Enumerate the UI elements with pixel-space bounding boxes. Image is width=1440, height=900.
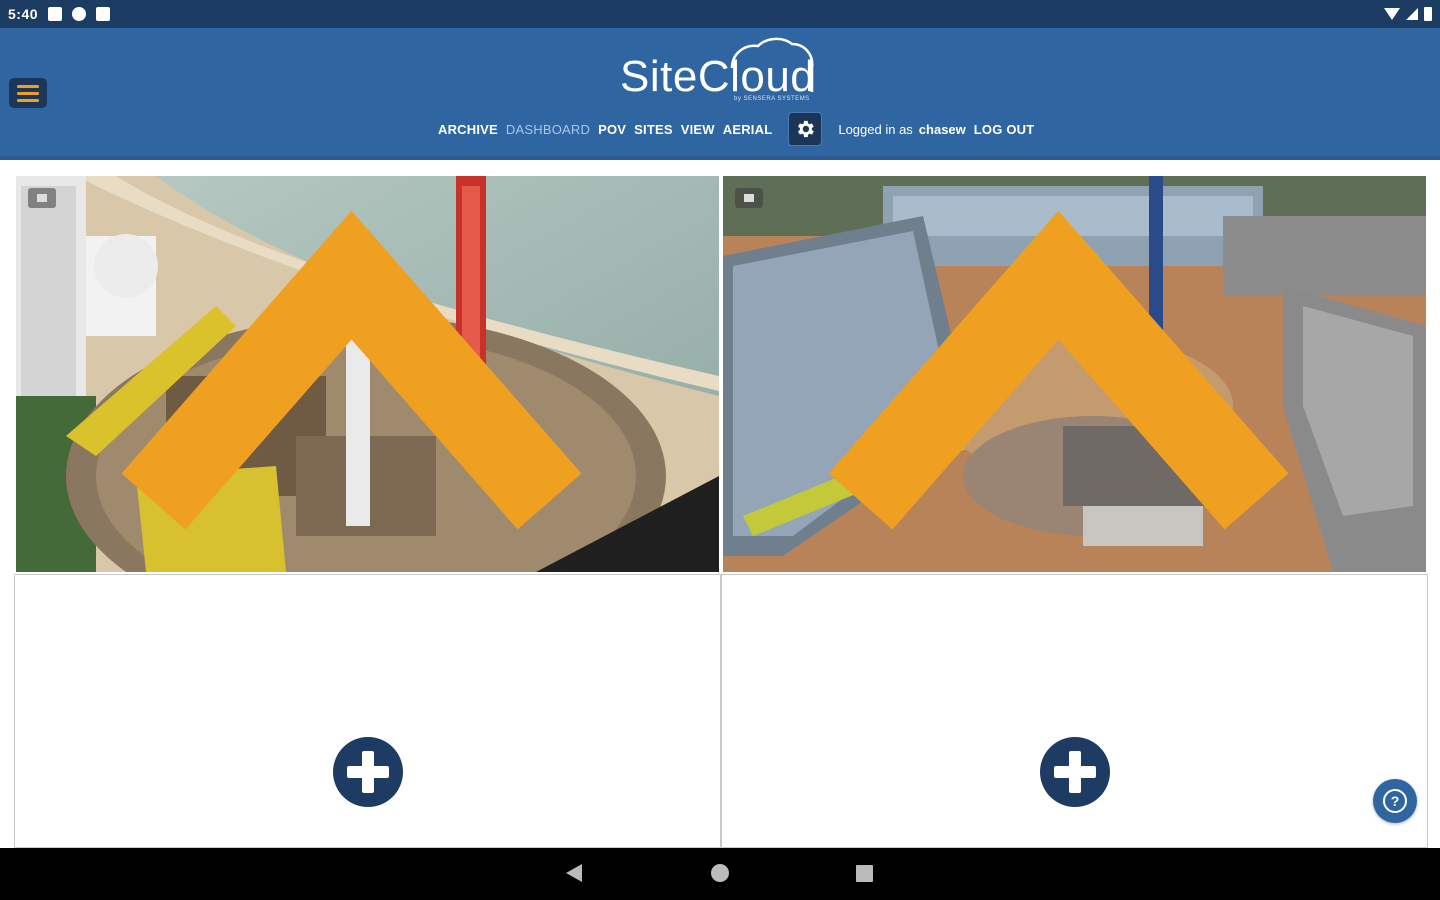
camera-tile-2[interactable] xyxy=(723,176,1426,572)
chevron-up-icon[interactable] xyxy=(16,176,703,558)
status-bar: 5:40 xyxy=(0,0,1440,28)
system-nav-bar xyxy=(0,848,1440,900)
nav-sites[interactable]: SITES xyxy=(634,122,673,137)
recents-icon[interactable] xyxy=(856,865,873,882)
add-camera-button[interactable] xyxy=(333,737,403,807)
status-time: 5:40 xyxy=(8,6,39,22)
help-button[interactable]: ? xyxy=(1373,779,1417,823)
empty-camera-slot-1 xyxy=(14,574,721,848)
sitecloud-logo[interactable]: SiteCloud by SENSERA SYSTEMS xyxy=(620,34,820,104)
logged-in-label: Logged in as xyxy=(838,121,913,137)
nav-aerial[interactable]: AERIAL xyxy=(723,122,773,137)
empty-camera-slot-2 xyxy=(721,574,1428,848)
battery-icon xyxy=(1424,7,1432,21)
menu-bar-icon xyxy=(17,91,39,95)
menu-bar-icon xyxy=(17,84,39,88)
status-left: 5:40 xyxy=(8,6,111,22)
logo-subtitle: by SENSERA SYSTEMS xyxy=(734,96,810,102)
status-right xyxy=(1384,7,1432,21)
camera-tile-1[interactable] xyxy=(16,176,719,572)
help-icon: ? xyxy=(1383,789,1407,813)
wifi-icon xyxy=(1384,8,1400,20)
hamburger-menu-button[interactable] xyxy=(9,78,47,108)
nav-view[interactable]: VIEW xyxy=(681,122,715,137)
username: chasew xyxy=(918,121,966,137)
app-icon xyxy=(72,7,87,21)
app-header: SiteCloud by SENSERA SYSTEMS ARCHIVE DAS… xyxy=(0,28,1440,160)
menu-bar-icon xyxy=(17,98,39,102)
camera-grid xyxy=(14,176,1428,848)
sd-card-icon xyxy=(96,7,111,21)
gear-icon xyxy=(798,120,815,138)
signal-icon xyxy=(1406,8,1418,20)
add-camera-button[interactable] xyxy=(1040,737,1110,807)
nav-dashboard[interactable]: DASHBOARD xyxy=(506,122,590,137)
notification-icon xyxy=(48,7,63,21)
back-icon[interactable] xyxy=(566,864,582,882)
main-nav: ARCHIVE DASHBOARD POV SITES VIEW AERIAL … xyxy=(438,112,1042,146)
chevron-up-icon[interactable] xyxy=(723,176,1410,558)
home-icon[interactable] xyxy=(711,864,729,882)
nav-archive[interactable]: ARCHIVE xyxy=(438,122,498,137)
settings-button[interactable] xyxy=(788,112,823,146)
nav-pov[interactable]: POV xyxy=(598,122,626,137)
logo-text: SiteCloud xyxy=(620,52,816,101)
logout-link[interactable]: LOG OUT xyxy=(974,122,1035,137)
